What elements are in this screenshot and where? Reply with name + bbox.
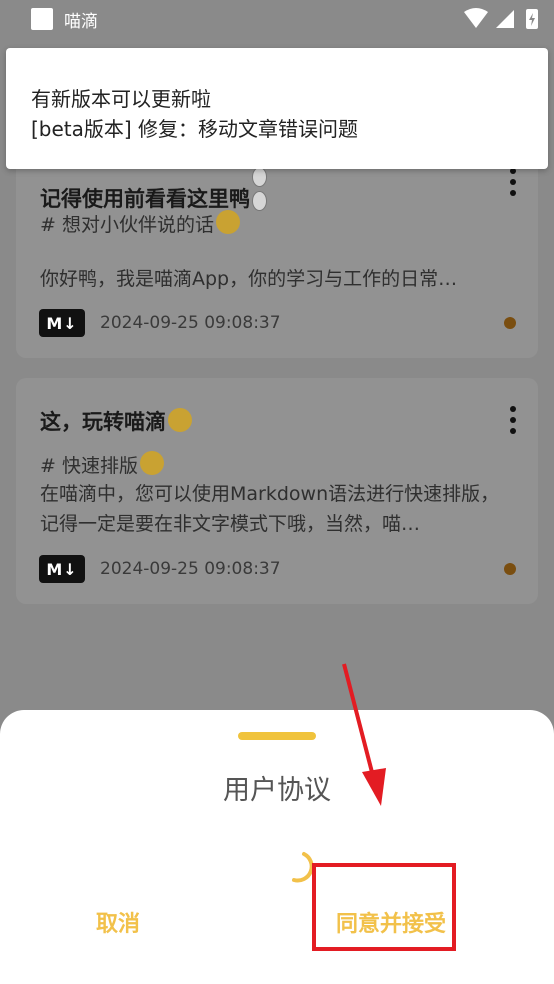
more-options-icon[interactable] bbox=[510, 406, 516, 439]
note-tag: # 快速排版 bbox=[40, 455, 138, 477]
signal-icon bbox=[496, 10, 514, 28]
note-tag: # 想对小伙伴说的话 bbox=[40, 214, 214, 236]
note-preview: 你好鸭，我是喵滴App，你的学习与工作的日常… bbox=[40, 268, 458, 290]
status-bar: 喵滴 bbox=[0, 0, 554, 38]
cancel-button[interactable]: 取消 bbox=[96, 906, 140, 938]
thumbs-up-emoji-icon bbox=[168, 408, 192, 432]
toast-detail: [beta版本] 修复：移动文章错误问题 bbox=[31, 117, 359, 141]
annotation-box bbox=[312, 863, 456, 951]
wifi-icon bbox=[464, 8, 488, 28]
user-agreement-sheet: 用户协议 取消 同意并接受 bbox=[0, 710, 554, 984]
markdown-badge-icon: M↓ bbox=[39, 309, 85, 337]
note-date: 2024-09-25 09:08:37 bbox=[100, 313, 281, 333]
note-card[interactable]: 这，玩转喵滴 # 快速排版 在喵滴中，您可以使用Markdown语法进行快速排版… bbox=[16, 378, 538, 604]
grinning-emoji-icon bbox=[139, 451, 164, 475]
dialog-title: 用户协议 bbox=[223, 775, 331, 806]
status-icons bbox=[464, 8, 538, 29]
toast-message: 有新版本可以更新啦 bbox=[31, 87, 211, 111]
markdown-badge-icon: M↓ bbox=[39, 555, 85, 583]
status-dot-icon bbox=[504, 317, 516, 329]
note-title: 这，玩转喵滴 bbox=[40, 410, 166, 434]
drag-handle[interactable] bbox=[238, 732, 316, 740]
note-date: 2024-09-25 09:08:37 bbox=[100, 559, 281, 579]
status-app-name: 喵滴 bbox=[64, 12, 98, 32]
app-notification-icon bbox=[31, 8, 53, 30]
note-title: 记得使用前看看这里鸭 bbox=[40, 187, 250, 211]
note-preview: 在喵滴中，您可以使用Markdown语法进行快速排版，记得一定是要在非文字模式下… bbox=[40, 483, 500, 535]
eyes-emoji-icon bbox=[252, 166, 284, 211]
more-options-icon[interactable] bbox=[510, 168, 516, 201]
laughing-emoji-icon bbox=[215, 210, 240, 234]
update-toast: 有新版本可以更新啦 [beta版本] 修复：移动文章错误问题 bbox=[6, 48, 548, 169]
status-dot-icon bbox=[504, 563, 516, 575]
